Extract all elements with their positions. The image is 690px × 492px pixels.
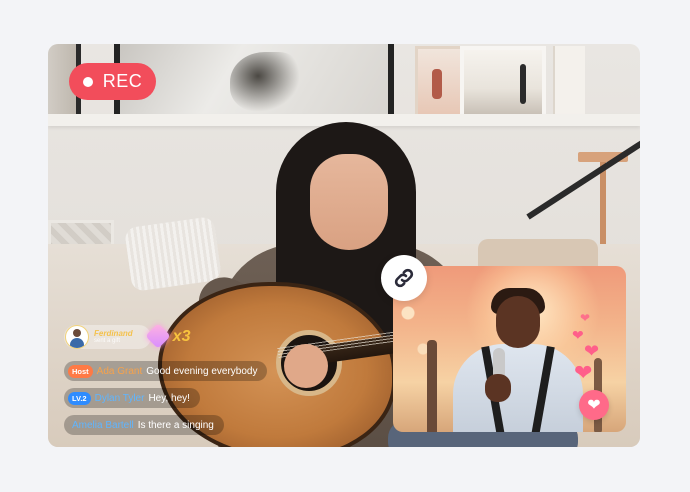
level-badge: LV.2: [68, 391, 91, 405]
chat-message: Host Ada Grant Good evening everybody: [64, 361, 268, 381]
chat-username[interactable]: Ada Grant: [97, 366, 143, 377]
heart-icon: ❤: [587, 397, 601, 414]
like-button[interactable]: ❤: [579, 390, 609, 420]
avatar[interactable]: [65, 325, 89, 349]
chat-username[interactable]: Amelia Bartell: [72, 420, 134, 431]
chat-text: Good evening everybody: [146, 365, 258, 377]
heart-icon: ❤: [584, 341, 600, 361]
streamer-face: [310, 154, 388, 250]
mic-stand: [526, 127, 640, 220]
side-table-leg: [600, 162, 606, 252]
link-icon: [394, 268, 414, 288]
rec-label: REC: [102, 71, 143, 91]
gift-count: x3: [172, 328, 191, 345]
chat-message: LV.2 Dylan Tyler Hey, hey!: [64, 388, 200, 408]
heart-icon: ❤: [574, 360, 593, 385]
heart-icon: ❤: [572, 327, 584, 343]
chat-message: Amelia Bartell Is there a singing: [64, 415, 224, 435]
host-badge: Host: [68, 364, 93, 378]
guest-video-pip[interactable]: ❤ ❤ ❤ ❤ ❤: [393, 266, 626, 432]
chat-text: Hey, hey!: [148, 392, 190, 404]
background-artwork: [460, 46, 546, 118]
record-dot-icon: [82, 76, 93, 87]
background-painting: [114, 44, 394, 120]
lamp: [427, 340, 437, 432]
gift-heart-icon: [144, 323, 171, 349]
background-artwork: [553, 46, 585, 118]
gift-sender-name: Ferdinand: [94, 329, 133, 338]
background-artwork: [415, 46, 463, 118]
rec-badge[interactable]: REC: [69, 63, 156, 100]
gift-notification: Ferdinand sent a gift x3: [64, 323, 191, 349]
guest-singer-face: [496, 296, 540, 348]
link-button[interactable]: [381, 255, 427, 301]
chat-username[interactable]: Dylan Tyler: [95, 393, 145, 404]
guest-singer-body: [453, 344, 583, 432]
chat-text: Is there a singing: [137, 419, 214, 431]
gift-sender-subtitle: sent a gift: [94, 338, 121, 344]
streamer-hand: [284, 344, 328, 388]
pillow: [123, 216, 223, 292]
heart-icon: ❤: [580, 311, 591, 325]
